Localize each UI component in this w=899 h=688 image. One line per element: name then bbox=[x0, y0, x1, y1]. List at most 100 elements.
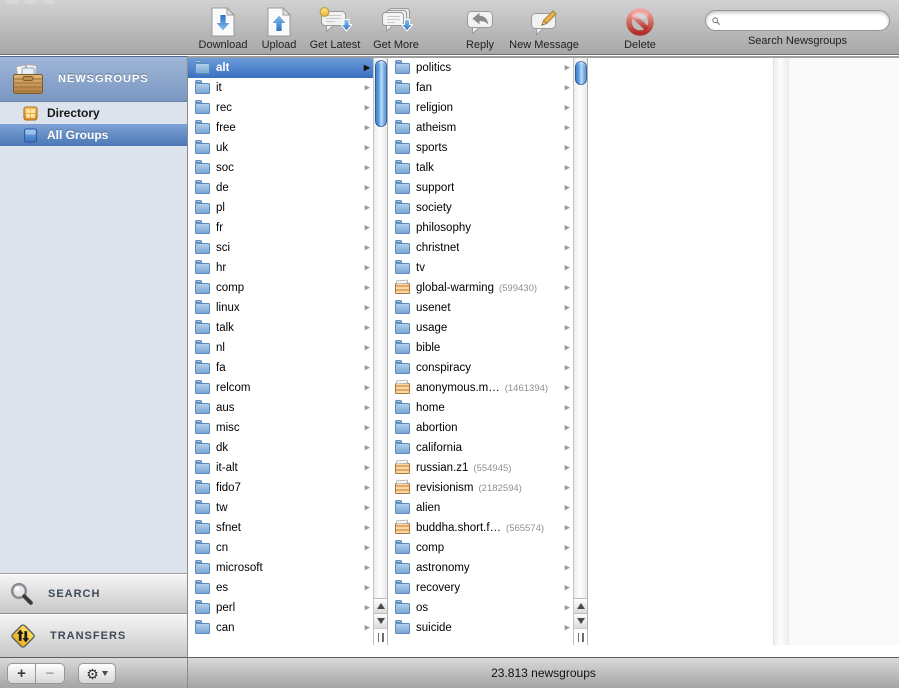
newsgroup-row[interactable]: linux bbox=[188, 298, 373, 318]
newsgroup-row[interactable]: talk bbox=[188, 318, 373, 338]
download-label: Download bbox=[199, 39, 248, 51]
newsgroup-row[interactable]: it-alt bbox=[188, 458, 373, 478]
newsgroup-row[interactable]: california bbox=[388, 438, 573, 458]
column-resize-handle[interactable] bbox=[574, 628, 587, 645]
newsgroup-row[interactable]: recovery bbox=[388, 578, 573, 598]
window-minimize-button[interactable] bbox=[24, 0, 37, 4]
newsgroup-row[interactable]: bible bbox=[388, 338, 573, 358]
newsgroup-row[interactable]: comp bbox=[188, 278, 373, 298]
newsgroup-row[interactable]: usage bbox=[388, 318, 573, 338]
newsgroup-row[interactable]: pl bbox=[188, 198, 373, 218]
sidebar-header-newsgroups[interactable]: NEWSGROUPS bbox=[0, 56, 187, 102]
upload-button[interactable]: Upload bbox=[256, 7, 302, 51]
newsgroup-row[interactable]: rec bbox=[188, 98, 373, 118]
newsgroup-row[interactable]: philosophy bbox=[388, 218, 573, 238]
transfers-icon bbox=[9, 622, 37, 650]
newsgroup-row[interactable]: home bbox=[388, 398, 573, 418]
newsgroup-row[interactable]: sci bbox=[188, 238, 373, 258]
sidebar-item-label: Directory bbox=[47, 106, 100, 120]
newsgroup-row[interactable]: astronomy bbox=[388, 558, 573, 578]
newsgroup-row[interactable]: de bbox=[188, 178, 373, 198]
newsgroup-row[interactable]: it bbox=[188, 78, 373, 98]
sidebar-item-directory[interactable]: Directory bbox=[0, 102, 187, 124]
newsgroup-row[interactable]: microsoft bbox=[188, 558, 373, 578]
newsgroup-row[interactable]: uk bbox=[188, 138, 373, 158]
newsgroup-row[interactable]: comp bbox=[388, 538, 573, 558]
scrollbar-thumb[interactable] bbox=[575, 61, 587, 85]
search-field[interactable] bbox=[705, 10, 890, 31]
delete-button[interactable]: Delete bbox=[612, 7, 668, 51]
newsgroup-row[interactable]: can bbox=[188, 618, 373, 638]
newsgroup-row[interactable]: fido7 bbox=[188, 478, 373, 498]
newsgroup-row[interactable]: dk bbox=[188, 438, 373, 458]
newsgroup-row[interactable]: talk bbox=[388, 158, 573, 178]
get-latest-button[interactable]: Get Latest bbox=[306, 7, 364, 51]
newsgroup-row[interactable]: sports bbox=[388, 138, 573, 158]
scrollbar-thumb[interactable] bbox=[375, 60, 387, 127]
newsgroup-row[interactable]: suicide bbox=[388, 618, 573, 638]
folder-icon bbox=[195, 163, 210, 174]
newsgroup-row[interactable]: christnet bbox=[388, 238, 573, 258]
newsgroup-row[interactable]: conspiracy bbox=[388, 358, 573, 378]
window-close-button[interactable] bbox=[6, 0, 19, 4]
newsgroup-row[interactable]: buddha.short.f… (565574) bbox=[388, 518, 573, 538]
chevron-right-icon bbox=[365, 145, 370, 152]
newsgroup-row[interactable]: usenet bbox=[388, 298, 573, 318]
newsgroup-row[interactable]: anonymous.m… (1461394) bbox=[388, 378, 573, 398]
reply-button[interactable]: Reply bbox=[457, 7, 503, 51]
newsgroup-row[interactable]: fan bbox=[388, 78, 573, 98]
sidebar-item-all-groups[interactable]: All Groups bbox=[0, 124, 187, 146]
newsgroup-row[interactable]: fa bbox=[188, 358, 373, 378]
window-zoom-button[interactable] bbox=[42, 0, 55, 4]
scroll-up-button[interactable] bbox=[374, 598, 387, 613]
newsgroup-row[interactable]: alt bbox=[188, 58, 373, 78]
newsgroup-row[interactable]: aus bbox=[188, 398, 373, 418]
action-menu-button[interactable] bbox=[78, 663, 116, 684]
newsgroup-row[interactable]: cn bbox=[188, 538, 373, 558]
scroll-down-button[interactable] bbox=[374, 613, 387, 628]
newsgroup-row[interactable]: soc bbox=[188, 158, 373, 178]
chevron-right-icon bbox=[565, 105, 570, 112]
get-more-button[interactable]: Get More bbox=[368, 7, 424, 51]
newsgroup-row[interactable]: tv bbox=[388, 258, 573, 278]
newsgroup-row[interactable]: es bbox=[188, 578, 373, 598]
scroll-up-button[interactable] bbox=[574, 598, 587, 613]
newsgroup-row[interactable]: politics bbox=[388, 58, 573, 78]
newsgroup-row[interactable]: sfnet bbox=[188, 518, 373, 538]
folder-icon bbox=[395, 383, 410, 394]
chevron-right-icon bbox=[565, 365, 570, 372]
newsgroup-row[interactable]: hr bbox=[188, 258, 373, 278]
newsgroup-row[interactable]: abortion bbox=[388, 418, 573, 438]
sidebar-section-search[interactable]: SEARCH bbox=[0, 573, 187, 613]
download-button[interactable]: Download bbox=[192, 7, 254, 51]
search-input[interactable] bbox=[724, 13, 883, 29]
newsgroup-row[interactable]: os bbox=[388, 598, 573, 618]
newsgroup-row[interactable]: fr bbox=[188, 218, 373, 238]
new-message-button[interactable]: New Message bbox=[506, 7, 582, 51]
newsgroup-row[interactable]: free bbox=[188, 118, 373, 138]
scroll-down-button[interactable] bbox=[574, 613, 587, 628]
newsgroup-row[interactable]: alien bbox=[388, 498, 573, 518]
newsgroup-row[interactable]: atheism bbox=[388, 118, 573, 138]
newsgroup-row[interactable]: religion bbox=[388, 98, 573, 118]
newsgroup-row[interactable]: relcom bbox=[188, 378, 373, 398]
newsgroup-row[interactable]: global-warming (599430) bbox=[388, 278, 573, 298]
row-label: philosophy bbox=[416, 222, 471, 234]
up-arrow-icon bbox=[377, 603, 385, 609]
folder-icon bbox=[195, 263, 210, 274]
column-resize-handle[interactable] bbox=[374, 628, 387, 645]
newsgroup-row[interactable]: society bbox=[388, 198, 573, 218]
newsgroup-row[interactable]: misc bbox=[188, 418, 373, 438]
add-button[interactable]: + bbox=[7, 663, 36, 684]
newsgroup-row[interactable]: perl bbox=[188, 598, 373, 618]
remove-button[interactable]: − bbox=[36, 663, 65, 684]
newsgroup-row[interactable]: revisionism (2182594) bbox=[388, 478, 573, 498]
scrollbar-track[interactable] bbox=[374, 58, 387, 598]
newsgroup-row[interactable]: russian.z1 (554945) bbox=[388, 458, 573, 478]
sidebar-section-transfers[interactable]: TRANSFERS bbox=[0, 613, 187, 657]
scrollbar-track[interactable] bbox=[574, 58, 587, 598]
newsgroup-row[interactable]: tw bbox=[188, 498, 373, 518]
newsgroup-row[interactable]: support bbox=[388, 178, 573, 198]
newsgroup-row[interactable]: nl bbox=[188, 338, 373, 358]
row-label: sci bbox=[216, 242, 230, 254]
